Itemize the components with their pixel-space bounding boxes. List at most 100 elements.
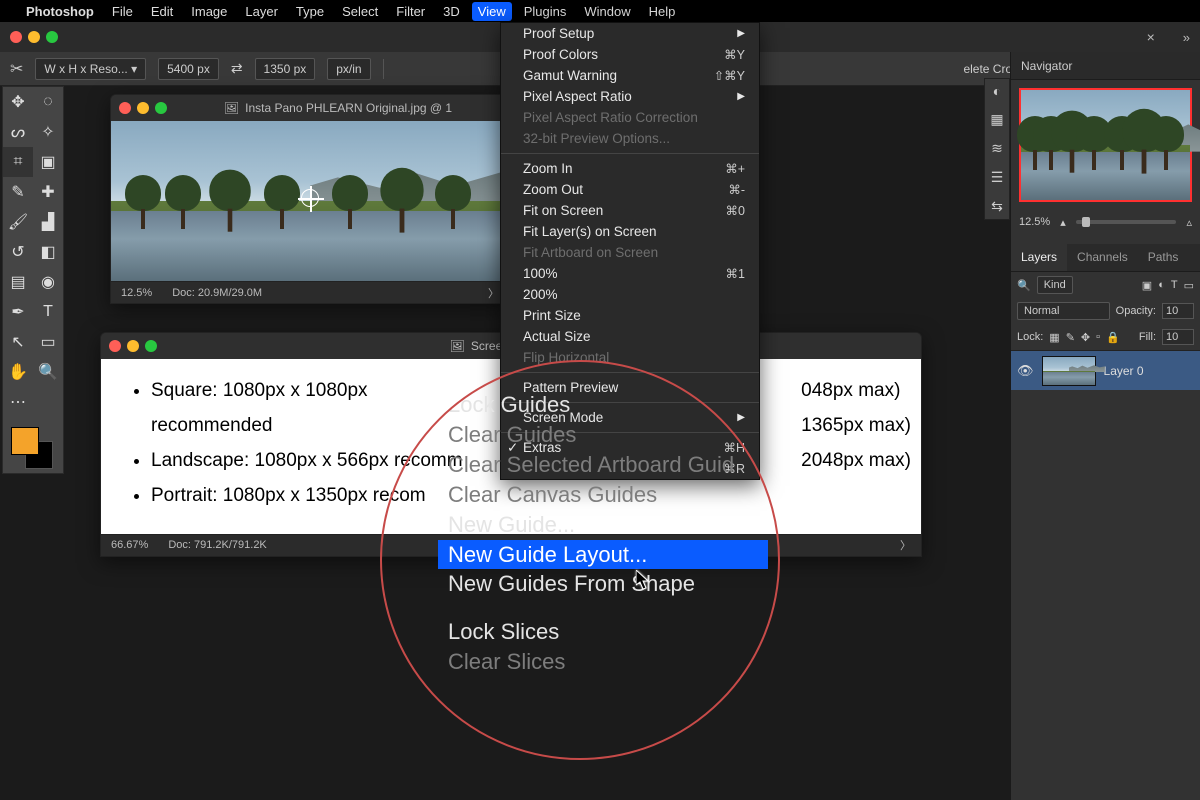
navigator-zoom-value[interactable]: 12.5% — [1019, 216, 1050, 228]
menu-item[interactable]: 200% — [501, 284, 759, 305]
properties-panel-icon[interactable]: ⇆ — [991, 198, 1003, 215]
menu-item[interactable]: Pixel Aspect Ratio▶ — [501, 86, 759, 107]
menu-item[interactable]: Gamut Warning⇧⌘Y — [501, 65, 759, 86]
minimize-icon[interactable] — [28, 31, 40, 43]
menu-item[interactable]: Extras⌘H — [501, 437, 759, 458]
app-name[interactable]: Photoshop — [26, 4, 94, 19]
document-canvas[interactable] — [111, 121, 509, 281]
menu-view[interactable]: View — [472, 2, 512, 21]
close-icon[interactable] — [10, 31, 22, 43]
crop-tool-icon[interactable]: ⌗ — [3, 147, 33, 177]
menu-window[interactable]: Window — [584, 4, 630, 19]
status-arrow-icon[interactable]: 〉 — [900, 537, 911, 553]
layer-thumbnail[interactable] — [1042, 356, 1096, 386]
swap-dimensions-icon[interactable]: ⇄ — [231, 60, 243, 77]
lock-brush-icon[interactable]: ✎ — [1066, 331, 1075, 344]
filter-shape-icon[interactable]: ▭ — [1184, 279, 1194, 292]
history-brush-icon[interactable]: ↺ — [3, 237, 33, 267]
view-menu-dropdown[interactable]: Proof Setup▶Proof Colors⌘YGamut Warning⇧… — [500, 22, 760, 480]
foreground-color-swatch[interactable] — [11, 427, 39, 455]
crop-tool-icon[interactable]: ✂︎ — [10, 59, 23, 79]
lock-transparency-icon[interactable]: ▦ — [1049, 331, 1059, 344]
tab-layers[interactable]: Layers — [1011, 244, 1067, 271]
adjust-panel-icon[interactable]: ≋ — [991, 140, 1003, 157]
wand-tool-icon[interactable]: ✧ — [33, 117, 63, 147]
lasso-tool-icon[interactable]: ᔕ — [3, 117, 33, 147]
menu-item[interactable]: Fit on Screen⌘0 — [501, 200, 759, 221]
gradient-tool-icon[interactable]: ▤ — [3, 267, 33, 297]
zoom-icon[interactable] — [46, 31, 58, 43]
type-tool-icon[interactable]: T — [33, 297, 63, 327]
menu-item[interactable]: Print Size — [501, 305, 759, 326]
hand-tool-icon[interactable]: ✋ — [3, 357, 33, 387]
resolution-unit-select[interactable]: px/in — [327, 58, 370, 80]
filter-adjust-icon[interactable]: ◐ — [1158, 279, 1165, 291]
menu-item[interactable]: 100%⌘1 — [501, 263, 759, 284]
color-swatches[interactable] — [7, 423, 59, 467]
menu-help[interactable]: Help — [649, 4, 676, 19]
document-zoom[interactable]: 66.67% — [111, 539, 148, 551]
crop-height-input[interactable]: 1350 px — [255, 58, 316, 80]
close-icon[interactable] — [119, 102, 131, 114]
crop-width-input[interactable]: 5400 px — [158, 58, 219, 80]
eyedropper-tool-icon[interactable]: ✎ — [3, 177, 33, 207]
menu-image[interactable]: Image — [191, 4, 227, 19]
navigator-tab[interactable]: Navigator — [1011, 52, 1200, 80]
navigator-zoom-slider[interactable] — [1076, 220, 1177, 224]
visibility-toggle-icon[interactable]: 👁 — [1017, 363, 1034, 379]
navigator-thumbnail[interactable] — [1011, 80, 1200, 210]
ratio-preset-select[interactable]: W x H x Reso... ▾ — [35, 58, 146, 80]
zoom-icon[interactable] — [155, 102, 167, 114]
libraries-panel-icon[interactable]: ☰ — [991, 169, 1004, 186]
path-tool-icon[interactable]: ↖ — [3, 327, 33, 357]
filter-image-icon[interactable]: ▣ — [1142, 279, 1152, 292]
shape-tool-icon[interactable]: ▭ — [33, 327, 63, 357]
crop-center-icon[interactable] — [301, 189, 319, 207]
lock-artboard-icon[interactable]: ▫ — [1096, 331, 1100, 343]
menu-item[interactable]: Zoom In⌘+ — [501, 158, 759, 179]
zoom-in-icon[interactable]: ▵ — [1186, 216, 1192, 229]
workspace-menu-icon[interactable]: » — [1183, 30, 1190, 45]
menu-item[interactable]: Zoom Out⌘- — [501, 179, 759, 200]
blur-tool-icon[interactable]: ◉ — [33, 267, 63, 297]
menu-item[interactable]: ⌘R — [501, 458, 759, 479]
menu-file[interactable]: File — [112, 4, 133, 19]
window-controls[interactable] — [10, 31, 58, 43]
lock-all-icon[interactable]: 🔒 — [1106, 331, 1120, 344]
tab-channels[interactable]: Channels — [1067, 244, 1138, 271]
menu-layer[interactable]: Layer — [245, 4, 278, 19]
frame-tool-icon[interactable]: ▣ — [33, 147, 63, 177]
menu-plugins[interactable]: Plugins — [524, 4, 567, 19]
lock-position-icon[interactable]: ✥ — [1081, 331, 1090, 344]
minimize-icon[interactable] — [137, 102, 149, 114]
status-arrow-icon[interactable]: 〉 — [488, 285, 499, 301]
menu-filter[interactable]: Filter — [396, 4, 425, 19]
filter-type-icon[interactable]: T — [1171, 279, 1178, 291]
menu-edit[interactable]: Edit — [151, 4, 173, 19]
opacity-input[interactable] — [1162, 303, 1194, 319]
menu-type[interactable]: Type — [296, 4, 324, 19]
document-window-1[interactable]: 🖼Insta Pano PHLEARN Original.jpg @ 1 12.… — [110, 94, 510, 304]
document-canvas[interactable]: Square: 1080px x 1080px recommended Land… — [101, 359, 506, 534]
zoom-icon[interactable] — [145, 340, 157, 352]
pen-tool-icon[interactable]: ✒ — [3, 297, 33, 327]
zoom-out-icon[interactable]: ▴ — [1060, 216, 1066, 229]
blend-mode-select[interactable]: Normal — [1017, 302, 1110, 320]
menu-item[interactable]: Proof Setup▶ — [501, 23, 759, 44]
menu-item[interactable]: Proof Colors⌘Y — [501, 44, 759, 65]
menu-item[interactable]: Pattern Preview — [501, 377, 759, 398]
heal-tool-icon[interactable]: ✚ — [33, 177, 63, 207]
close-icon[interactable] — [109, 340, 121, 352]
menu-select[interactable]: Select — [342, 4, 378, 19]
marquee-tool-icon[interactable]: ◌ — [33, 87, 63, 117]
menu-3d[interactable]: 3D — [443, 4, 460, 19]
menu-item[interactable]: Screen Mode▶ — [501, 407, 759, 428]
menu-item[interactable]: Fit Layer(s) on Screen — [501, 221, 759, 242]
layer-row[interactable]: 👁 Layer 0 — [1011, 350, 1200, 390]
minimize-icon[interactable] — [127, 340, 139, 352]
stamp-tool-icon[interactable]: ▟ — [33, 207, 63, 237]
fill-input[interactable] — [1162, 329, 1194, 345]
move-tool-icon[interactable]: ✥ — [3, 87, 33, 117]
tab-paths[interactable]: Paths — [1138, 244, 1189, 271]
brush-tool-icon[interactable]: 🖌 — [3, 207, 33, 237]
